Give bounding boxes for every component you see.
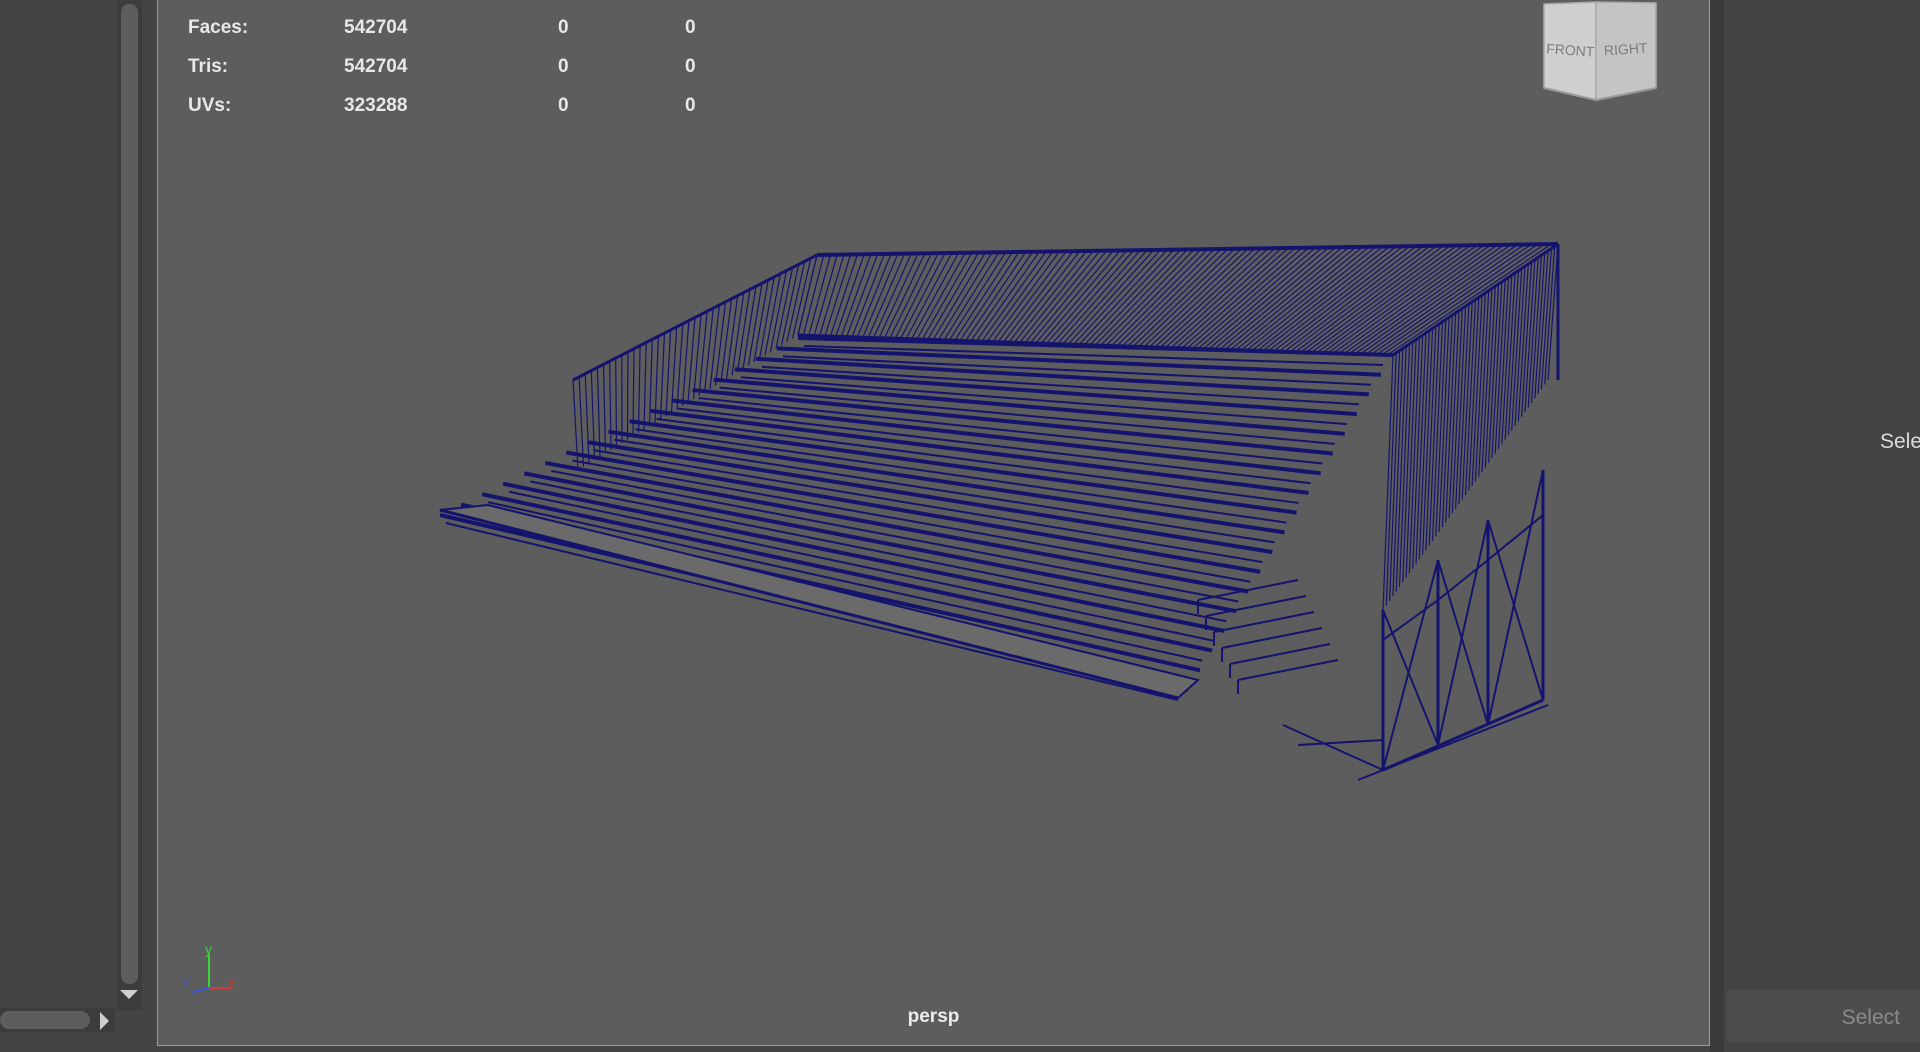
camera-name-label: persp (907, 1006, 960, 1027)
outliner-vertical-scroll-thumb[interactable] (121, 4, 138, 984)
axis-z-label: z (182, 975, 189, 991)
select-label: Sele (1880, 430, 1920, 453)
axis-x-label: x (228, 975, 235, 991)
panel-divider[interactable] (1710, 0, 1724, 1052)
3d-viewport[interactable]: Faces: 542704 0 0 Tris: 542704 0 0 UVs: … (157, 0, 1710, 1046)
select-button[interactable]: Select (1727, 990, 1920, 1042)
bleachers-wireframe-model[interactable] (158, 0, 1711, 1046)
attribute-panel (1710, 0, 1920, 1052)
axis-y-label: y (205, 944, 212, 957)
axis-gizmo-icon: y x z (182, 944, 235, 993)
scroll-down-arrow-icon[interactable] (120, 990, 138, 999)
outliner-horizontal-scroll-thumb[interactable] (0, 1011, 90, 1029)
scroll-right-arrow-icon[interactable] (100, 1012, 109, 1030)
